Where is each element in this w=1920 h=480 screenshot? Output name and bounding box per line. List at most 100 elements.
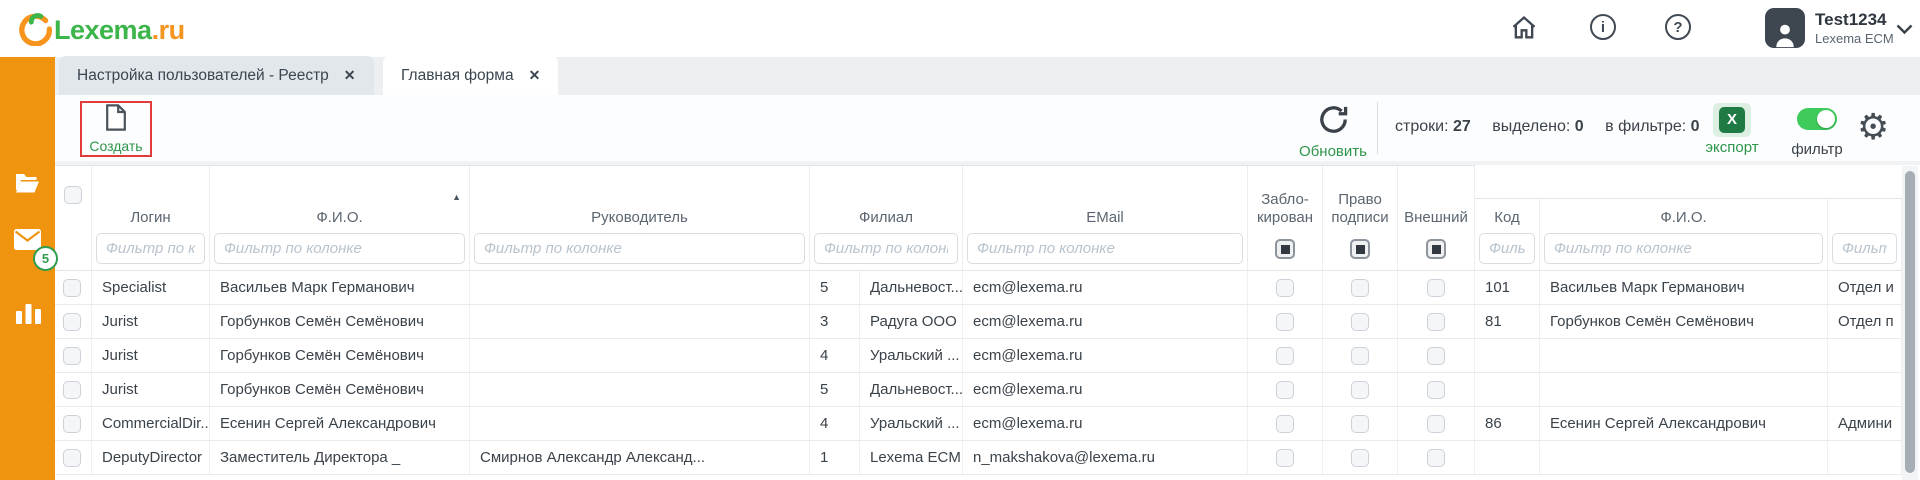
cell-fio2 (1540, 441, 1828, 474)
sign-right-checkbox[interactable] (1351, 347, 1369, 365)
filter-department-input[interactable] (1832, 233, 1897, 264)
filter-branch-input[interactable] (814, 233, 958, 264)
filter-email-input[interactable] (967, 233, 1243, 264)
cell-manager (470, 373, 810, 406)
cell-branch-name: Lexema ECM (860, 441, 963, 474)
row-checkbox[interactable] (63, 279, 81, 297)
row-checkbox[interactable] (63, 415, 81, 433)
blocked-checkbox[interactable] (1276, 381, 1294, 399)
row-checkbox[interactable] (63, 313, 81, 331)
filter-fio2-input[interactable] (1544, 233, 1823, 264)
grid-filter-row (1475, 233, 1902, 271)
blocked-checkbox[interactable] (1276, 279, 1294, 297)
external-checkbox[interactable] (1427, 381, 1445, 399)
column-header-login[interactable]: Логин (92, 166, 210, 233)
table-row[interactable]: 81 Горбунков Семён Семёнович Отдел п (1475, 305, 1902, 339)
column-header-fio2[interactable]: Ф.И.О. (1540, 199, 1828, 233)
user-name[interactable]: Test1234 (1815, 10, 1887, 30)
sort-asc-icon[interactable]: ▲ (452, 192, 461, 203)
sign-right-checkbox[interactable] (1351, 415, 1369, 433)
row-checkbox[interactable] (63, 381, 81, 399)
filter-sign-right-checkbox[interactable] (1350, 239, 1370, 259)
column-header-manager[interactable]: Руководитель (470, 166, 810, 233)
filter-fio-input[interactable] (214, 233, 465, 264)
column-header-sign-right[interactable]: Правоподписи (1323, 166, 1398, 233)
cell-code: 86 (1475, 407, 1540, 440)
create-button[interactable]: Создать (80, 101, 152, 157)
column-header-department[interactable] (1828, 199, 1902, 233)
refresh-button[interactable]: Обновить (1295, 103, 1371, 160)
column-header-branch[interactable]: Филиал (810, 166, 963, 233)
tab-label: Настройка пользователей - Реестр (77, 67, 329, 85)
column-header-code[interactable]: Код (1475, 199, 1540, 233)
table-row[interactable] (1475, 373, 1902, 407)
column-header-fio[interactable]: Ф.И.О. ▲ (210, 166, 470, 233)
column-header-blocked[interactable]: Забло-кирован (1248, 166, 1323, 233)
cell-branch-name: Радуга ООО (860, 305, 963, 338)
cell-fio: Горбунков Семён Семёнович (210, 305, 470, 338)
tab-user-settings-registry[interactable]: Настройка пользователей - Реестр ✕ (59, 56, 374, 95)
cell-fio: Заместитель Директора _ (210, 441, 470, 474)
cell-department: Отдел п (1828, 305, 1902, 338)
row-checkbox[interactable] (63, 449, 81, 467)
user-avatar[interactable] (1765, 8, 1805, 48)
tab-close-icon[interactable]: ✕ (344, 67, 356, 84)
filtered-count-label: в фильтре: (1605, 118, 1686, 135)
external-checkbox[interactable] (1427, 279, 1445, 297)
row-checkbox[interactable] (63, 347, 81, 365)
users-grid: Логин Ф.И.О. ▲ Руководитель Филиал EMail… (55, 165, 1475, 475)
select-all-checkbox[interactable] (64, 186, 82, 204)
filter-blocked-checkbox[interactable] (1275, 239, 1295, 259)
filter-login-input[interactable] (96, 233, 205, 264)
rows-count-value: 27 (1453, 118, 1471, 135)
column-header-external[interactable]: Внешний (1398, 166, 1475, 233)
blocked-checkbox[interactable] (1276, 415, 1294, 433)
vertical-scrollbar[interactable] (1902, 166, 1918, 480)
table-row[interactable]: Jurist Горбунков Семён Семёнович 4 Ураль… (55, 339, 1475, 373)
bar-chart-icon[interactable] (16, 301, 41, 329)
filter-manager-input[interactable] (474, 233, 805, 264)
filter-external-checkbox[interactable] (1426, 239, 1446, 259)
blocked-checkbox[interactable] (1276, 347, 1294, 365)
blocked-checkbox[interactable] (1276, 449, 1294, 467)
external-checkbox[interactable] (1427, 415, 1445, 433)
filter-toggle[interactable] (1797, 108, 1837, 130)
app-window: Lexema.ru i ? Test1234 Lexema ECM (0, 0, 1920, 480)
table-row[interactable]: DeputyDirector Заместитель Директора _ С… (55, 441, 1475, 475)
sign-right-checkbox[interactable] (1351, 313, 1369, 331)
cell-fio: Есенин Сергей Александрович (210, 407, 470, 440)
filter-code-input[interactable] (1479, 233, 1535, 264)
blocked-checkbox[interactable] (1276, 313, 1294, 331)
cell-branch-name: Дальневост... (860, 271, 963, 304)
tab-close-icon[interactable]: ✕ (529, 67, 541, 84)
folder-icon[interactable] (14, 172, 41, 200)
info-icon[interactable]: i (1590, 14, 1616, 40)
cell-fio: Горбунков Семён Семёнович (210, 339, 470, 372)
table-row[interactable] (1475, 339, 1902, 373)
tab-main-form[interactable]: Главная форма ✕ (383, 56, 558, 95)
table-row[interactable]: 101 Васильев Марк Германович Отдел и (1475, 271, 1902, 305)
cell-department (1828, 339, 1902, 372)
column-header-email[interactable]: EMail (963, 166, 1248, 233)
sign-right-checkbox[interactable] (1351, 381, 1369, 399)
table-row[interactable]: 86 Есенин Сергей Александрович Админи (1475, 407, 1902, 441)
table-row[interactable]: Specialist Васильев Марк Германович 5 Да… (55, 271, 1475, 305)
table-row[interactable] (1475, 441, 1902, 475)
cell-manager (470, 339, 810, 372)
export-button[interactable]: X экспорт (1703, 103, 1761, 156)
external-checkbox[interactable] (1427, 313, 1445, 331)
table-row[interactable]: CommercialDir... Есенин Сергей Александр… (55, 407, 1475, 441)
scrollbar-thumb[interactable] (1905, 171, 1915, 473)
user-menu-chevron-down-icon[interactable] (1896, 22, 1913, 40)
home-icon[interactable] (1510, 14, 1538, 47)
sign-right-checkbox[interactable] (1351, 279, 1369, 297)
external-checkbox[interactable] (1427, 347, 1445, 365)
table-row[interactable]: Jurist Горбунков Семён Семёнович 5 Дальн… (55, 373, 1475, 407)
lexema-logo[interactable]: Lexema.ru (16, 10, 185, 51)
gear-icon[interactable]: ⚙ (1857, 97, 1889, 157)
external-checkbox[interactable] (1427, 449, 1445, 467)
help-icon[interactable]: ? (1665, 14, 1691, 40)
sign-right-checkbox[interactable] (1351, 449, 1369, 467)
refresh-button-label: Обновить (1295, 143, 1371, 160)
table-row[interactable]: Jurist Горбунков Семён Семёнович 3 Радуг… (55, 305, 1475, 339)
